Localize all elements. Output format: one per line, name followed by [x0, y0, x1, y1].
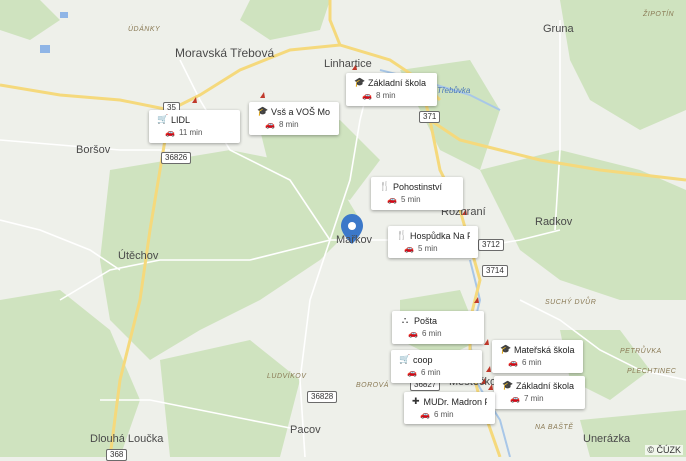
road-number: 368 — [106, 449, 128, 461]
poi-card-zakladni-skola-m[interactable]: 🎓Základní škola M... 🚗7 min — [494, 376, 585, 409]
town-label: Radkov — [535, 216, 573, 228]
town-label: Gruna — [543, 23, 574, 35]
poi-card-zakladni-skola-li[interactable]: 🎓Základní škola Li... 🚗8 min — [346, 73, 437, 106]
travel-time: 8 min — [375, 91, 396, 100]
poi-title: Základní škola M... — [516, 380, 577, 391]
car-icon: 🚗 — [510, 394, 520, 403]
road-number: 36826 — [161, 152, 192, 164]
poi-card-coop[interactable]: 🛒 coop 🚗 6 min — [391, 350, 482, 383]
car-icon: 🚗 — [420, 410, 430, 419]
poi-title: Základní škola Li... — [368, 77, 429, 88]
car-icon: 🚗 — [362, 91, 372, 100]
town-label: Boršov — [76, 144, 111, 156]
locality-label: BOROVÁ — [356, 382, 389, 389]
poi-card-pohostinstvi[interactable]: 🍴 Pohostinství 🚗 5 min — [371, 177, 463, 210]
car-icon: 🚗 — [508, 358, 518, 367]
car-icon: 🚗 — [165, 128, 175, 137]
locality-label: LUDVÍKOV — [267, 373, 307, 380]
poi-card-materska-skola[interactable]: 🎓Mateřská škola M... 🚗6 min — [492, 340, 583, 373]
school-icon: 🎓 — [502, 380, 514, 390]
road-number: 3714 — [482, 265, 508, 277]
shopping-cart-icon: 🛒 — [157, 114, 169, 124]
post-office-icon: ⛬ — [401, 315, 409, 325]
poi-title: LIDL — [171, 114, 191, 125]
locality-label: PETRŮVKA — [620, 348, 662, 355]
school-icon: 🎓 — [257, 106, 269, 116]
restaurant-icon: 🍴 — [379, 181, 391, 191]
poi-title: Hospůdka Na Pál... — [410, 230, 470, 241]
poi-card-posta[interactable]: ⛬ Pošta 🚗 6 min — [392, 311, 484, 344]
locality-label: ŽIPOTÍN — [643, 11, 675, 18]
medical-icon: ✚ — [412, 396, 420, 406]
travel-time: 6 min — [433, 410, 454, 419]
town-label: Pacov — [290, 424, 321, 436]
town-label: Unerázka — [583, 433, 631, 445]
car-icon: 🚗 — [407, 368, 417, 377]
locality-label: ÚDÁNKY — [128, 26, 161, 33]
road-number: 371 — [419, 111, 441, 123]
locality-label: PLECHTINEC — [627, 368, 677, 375]
locality-label: NA BAŠTĚ — [535, 424, 574, 431]
travel-time: 6 min — [420, 368, 441, 377]
poi-card-vss-vos[interactable]: 🎓Vsš a VOŠ Mo v M... 🚗8 min — [249, 102, 339, 135]
town-label: Dlouhá Loučka — [90, 433, 164, 445]
car-icon: 🚗 — [404, 244, 414, 253]
town-label: Moravská Třebová — [175, 46, 275, 60]
travel-time: 6 min — [521, 358, 542, 367]
travel-time: 7 min — [523, 394, 544, 403]
poi-card-lidl[interactable]: 🛒 LIDL 🚗 11 min — [149, 110, 240, 143]
travel-time: 5 min — [400, 195, 421, 204]
poi-title: Pošta — [414, 315, 438, 326]
road-number: 36828 — [307, 391, 338, 403]
poi-title: Vsš a VOŠ Mo v M... — [271, 106, 331, 117]
school-icon: 🎓 — [354, 77, 366, 87]
town-label: Mařkov — [336, 234, 373, 246]
town-label: Linhartice — [324, 58, 372, 70]
car-icon: 🚗 — [408, 329, 418, 338]
travel-time: 8 min — [278, 120, 299, 129]
road-number: 3712 — [478, 239, 504, 251]
copyright-notice: © ČÚZK — [645, 445, 683, 455]
poi-title: Pohostinství — [393, 181, 443, 192]
car-icon: 🚗 — [265, 120, 275, 129]
poi-card-mudr[interactable]: ✚MUDr. Madron Pa... 🚗6 min — [404, 392, 495, 424]
car-icon: 🚗 — [387, 195, 397, 204]
locality-label: SUCHÝ DVŮR — [545, 299, 597, 306]
town-label: Útěchov — [118, 250, 159, 262]
travel-time: 6 min — [421, 329, 442, 338]
river-label: Třebůvka — [437, 86, 471, 95]
poi-card-hospudka[interactable]: 🍴Hospůdka Na Pál... 🚗5 min — [388, 226, 478, 258]
shopping-cart-icon: 🛒 — [399, 354, 411, 364]
poi-title: coop — [413, 354, 433, 365]
travel-time: 5 min — [417, 244, 438, 253]
poi-title: MUDr. Madron Pa... — [423, 396, 487, 407]
restaurant-icon: 🍴 — [396, 230, 408, 240]
school-icon: 🎓 — [500, 344, 512, 354]
travel-time: 11 min — [178, 128, 203, 137]
poi-title: Mateřská škola M... — [514, 344, 575, 355]
